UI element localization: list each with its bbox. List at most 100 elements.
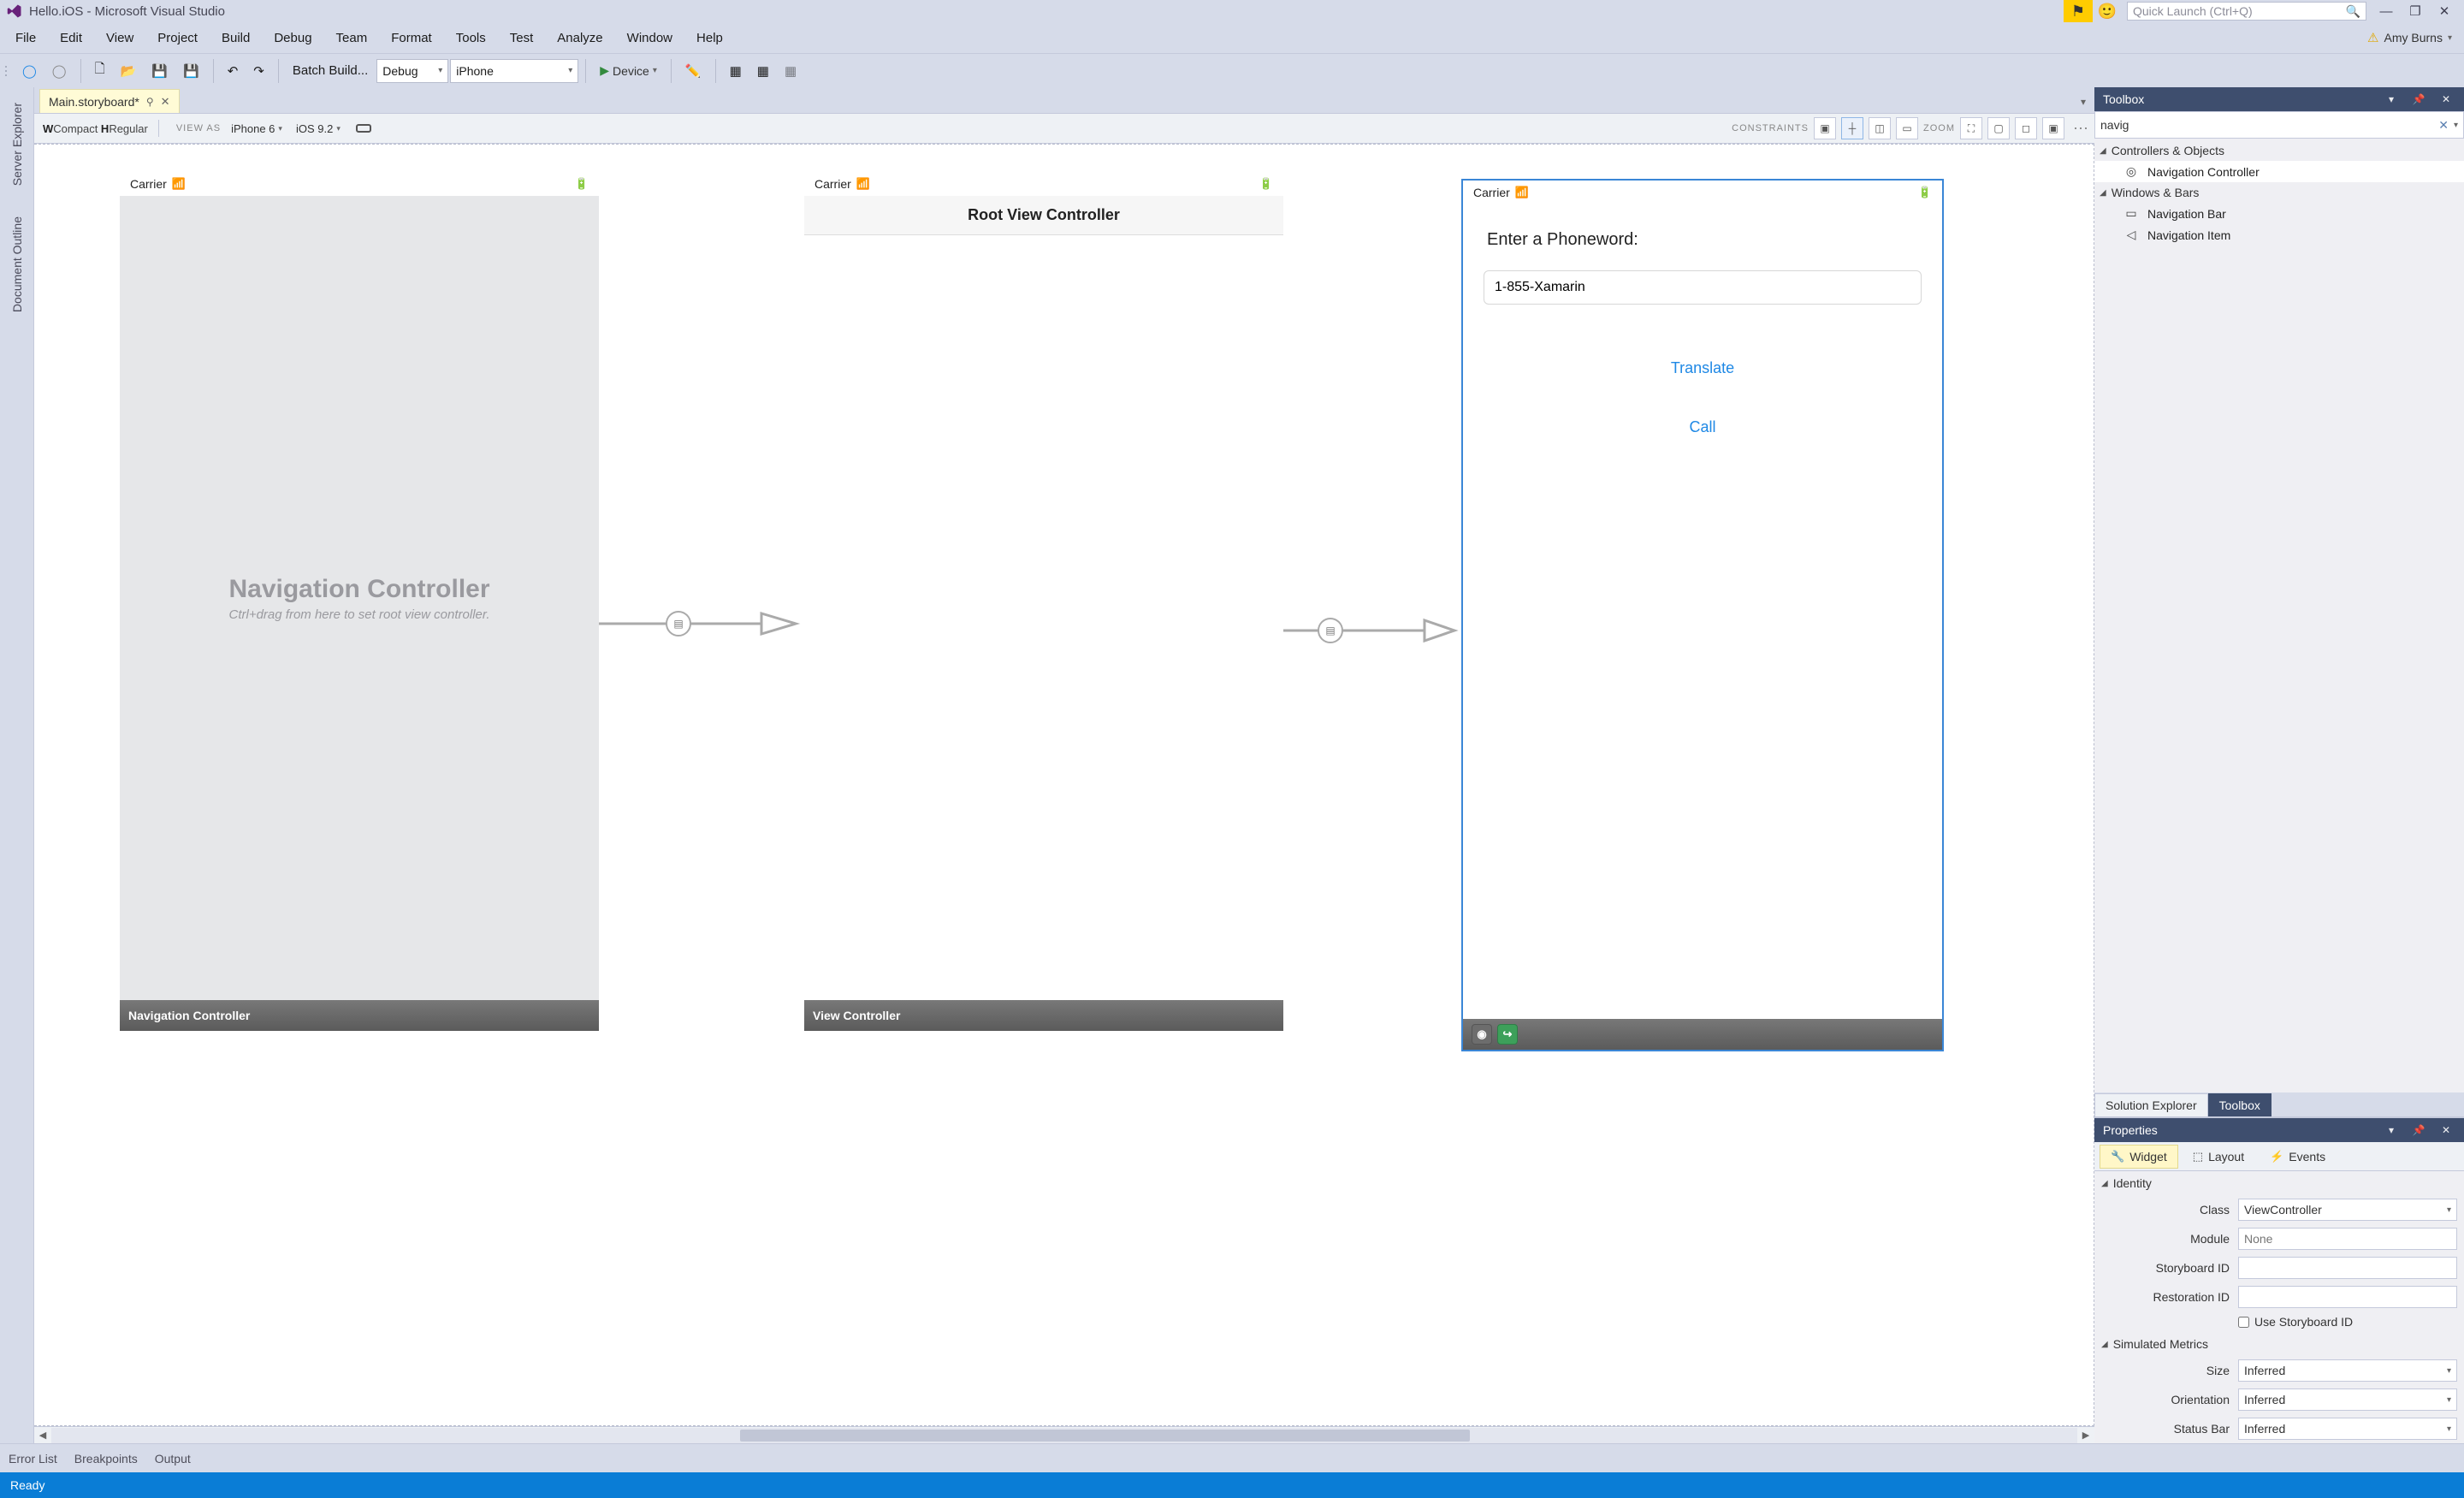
storyboard-canvas[interactable]: Carrier📶🔋 Navigation Controller Ctrl+dra… <box>34 144 2094 1426</box>
menu-view[interactable]: View <box>94 26 145 50</box>
scroll-right-arrow[interactable]: ▶ <box>2077 1430 2094 1441</box>
toolbox-item-navigation-controller[interactable]: ◎Navigation Controller <box>2094 161 2464 182</box>
menu-analyze[interactable]: Analyze <box>545 26 614 50</box>
menu-team[interactable]: Team <box>324 26 380 50</box>
menu-file[interactable]: File <box>3 26 48 50</box>
constraints-btn-2[interactable]: ┼ <box>1841 117 1863 139</box>
class-dropdown[interactable]: ViewController <box>2238 1199 2457 1221</box>
toolbar-icon-1[interactable]: ✏️ <box>678 58 708 84</box>
footer-error-list[interactable]: Error List <box>9 1452 57 1465</box>
menu-debug[interactable]: Debug <box>262 26 323 50</box>
device-dropdown[interactable]: iPhone 6▾ <box>228 120 286 138</box>
save-all-icon[interactable]: 💾 <box>176 58 206 84</box>
panel-menu-icon[interactable]: ▾ <box>2382 1124 2401 1136</box>
restorationid-input[interactable] <box>2238 1286 2457 1308</box>
toolbox-search-input[interactable]: navig ✕ ▾ <box>2094 111 2464 139</box>
scene-navigation-controller[interactable]: Carrier📶🔋 Navigation Controller Ctrl+dra… <box>120 172 599 1031</box>
zoom-actual-button[interactable]: ◻ <box>2015 117 2037 139</box>
section-simulated-metrics[interactable]: ◢Simulated Metrics <box>2094 1332 2464 1356</box>
scene-root-view-controller[interactable]: Carrier📶🔋 Root View Controller View Cont… <box>804 172 1283 1031</box>
toolbox-group-controllers[interactable]: ◢Controllers & Objects <box>2094 140 2464 161</box>
feedback-emoji-icon[interactable]: 🙂 <box>2093 0 2122 22</box>
section-identity[interactable]: ◢Identity <box>2094 1171 2464 1195</box>
segue-arrow-2[interactable]: ▤ <box>1283 613 1463 648</box>
undo-icon[interactable]: ↶ <box>221 58 246 84</box>
scroll-thumb[interactable] <box>740 1430 1469 1442</box>
tab-close-button[interactable]: ✕ <box>161 95 170 109</box>
maximize-button[interactable]: ❐ <box>2401 0 2430 22</box>
toolbar-icon-2[interactable]: ▦ <box>723 58 749 84</box>
ios-dropdown[interactable]: iOS 9.2▾ <box>293 120 344 138</box>
open-file-icon[interactable]: 📂 <box>114 58 144 84</box>
menu-tools[interactable]: Tools <box>444 26 498 50</box>
panel-pin-icon[interactable]: 📌 <box>2409 1124 2428 1136</box>
toolbox-item-navigation-item[interactable]: ◁Navigation Item <box>2094 224 2464 246</box>
menu-format[interactable]: Format <box>379 26 444 50</box>
toolbox-item-navigation-bar[interactable]: ▭Navigation Bar <box>2094 203 2464 224</box>
use-storyboardid-checkbox[interactable]: Use Storyboard ID <box>2238 1315 2457 1329</box>
storyboardid-input[interactable] <box>2238 1257 2457 1279</box>
server-explorer-tab[interactable]: Server Explorer <box>9 96 26 192</box>
panel-pin-icon[interactable]: 📌 <box>2409 93 2428 105</box>
zoom-in-button[interactable]: ▣ <box>2042 117 2064 139</box>
chevron-down-icon[interactable]: ▾ <box>2454 121 2458 130</box>
scroll-left-arrow[interactable]: ◀ <box>34 1430 51 1441</box>
pin-icon[interactable]: ⚲ <box>146 96 154 108</box>
save-icon[interactable]: 💾 <box>145 58 175 84</box>
minimize-button[interactable]: — <box>2372 0 2401 22</box>
properties-tab-widget[interactable]: 🔧Widget <box>2100 1145 2178 1169</box>
close-button[interactable]: ✕ <box>2430 0 2459 22</box>
scene-exit-icon[interactable]: ↪ <box>1497 1024 1518 1045</box>
tab-solution-explorer[interactable]: Solution Explorer <box>2094 1093 2208 1116</box>
module-input[interactable] <box>2238 1228 2457 1250</box>
orientation-dropdown[interactable]: Inferred <box>2238 1388 2457 1411</box>
segue-arrow-1[interactable]: ▤ <box>599 607 804 641</box>
translate-button[interactable]: Translate <box>1463 339 1942 398</box>
nav-back-button[interactable]: ◯ <box>15 58 44 84</box>
properties-tab-events[interactable]: ⚡Events <box>2259 1145 2337 1169</box>
platform-dropdown[interactable]: iPhone <box>450 59 578 83</box>
menu-help[interactable]: Help <box>684 26 735 50</box>
document-outline-tab[interactable]: Document Outline <box>9 210 26 319</box>
tab-toolbox[interactable]: Toolbox <box>2208 1093 2272 1116</box>
footer-output[interactable]: Output <box>155 1452 191 1465</box>
call-button[interactable]: Call <box>1463 398 1942 457</box>
redo-icon[interactable]: ↷ <box>246 58 271 84</box>
start-debug-button[interactable]: ▶ Device ▾ <box>593 58 664 84</box>
zoom-out-button[interactable]: ▢ <box>1987 117 2010 139</box>
orientation-icon[interactable] <box>356 124 371 133</box>
h-scrollbar[interactable]: ◀ ▶ <box>34 1426 2094 1443</box>
clear-search-icon[interactable]: ✕ <box>2438 118 2449 133</box>
menu-build[interactable]: Build <box>210 26 262 50</box>
toolbar-icon-4[interactable]: ▦ <box>778 58 803 84</box>
menu-test[interactable]: Test <box>498 26 546 50</box>
batch-build-button[interactable]: Batch Build... <box>286 58 375 84</box>
new-project-icon[interactable]: 🗋 <box>88 58 112 84</box>
panel-close-icon[interactable]: ✕ <box>2437 93 2455 105</box>
footer-breakpoints[interactable]: Breakpoints <box>74 1452 138 1465</box>
constraints-btn-3[interactable]: ◫ <box>1869 117 1891 139</box>
quick-launch-input[interactable]: Quick Launch (Ctrl+Q) 🔍 <box>2127 2 2366 21</box>
statusbar-dropdown[interactable]: Inferred <box>2238 1418 2457 1440</box>
scene-viewcontroller-icon[interactable]: ◉ <box>1472 1024 1492 1045</box>
nav-fwd-button[interactable]: ◯ <box>45 58 74 84</box>
notification-flag-icon[interactable]: ⚑ <box>2064 0 2093 22</box>
menu-project[interactable]: Project <box>145 26 210 50</box>
menu-edit[interactable]: Edit <box>48 26 94 50</box>
toolbox-group-windows[interactable]: ◢Windows & Bars <box>2094 182 2464 203</box>
zoom-fit-button[interactable]: ⛶ <box>1960 117 1982 139</box>
tab-overflow-icon[interactable]: ▾ <box>2072 91 2094 113</box>
panel-menu-icon[interactable]: ▾ <box>2382 93 2401 105</box>
size-dropdown[interactable]: Inferred <box>2238 1359 2457 1382</box>
user-area[interactable]: ⚠ Amy Burns ▾ <box>2367 30 2461 45</box>
phoneword-input[interactable]: 1-855-Xamarin <box>1484 270 1922 305</box>
toolbar-grip[interactable] <box>5 66 12 76</box>
scene-phoneword-view-controller[interactable]: Carrier📶🔋 Enter a Phoneword: 1-855-Xamar… <box>1463 181 1942 1050</box>
config-dropdown[interactable]: Debug <box>376 59 448 83</box>
scroll-track[interactable] <box>51 1428 2077 1443</box>
constraints-btn-1[interactable]: ▣ <box>1814 117 1836 139</box>
size-class-indicator[interactable]: WCompact HRegular <box>43 122 148 135</box>
properties-tab-layout[interactable]: ⬚Layout <box>2182 1145 2255 1169</box>
constraints-btn-4[interactable]: ▭ <box>1896 117 1918 139</box>
tab-main-storyboard[interactable]: Main.storyboard* ⚲ ✕ <box>39 89 180 113</box>
